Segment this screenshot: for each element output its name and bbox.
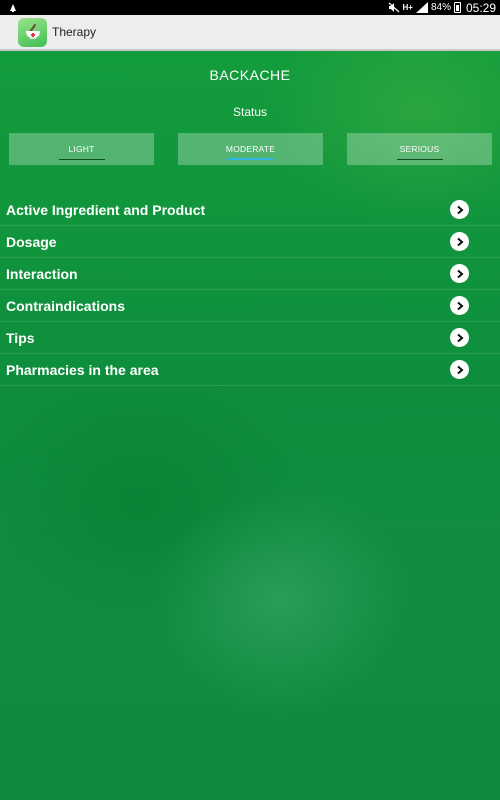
battery-percent: 84% [430, 2, 451, 13]
menu-item-label: Dosage [6, 233, 57, 250]
chevron-right-icon[interactable] [450, 296, 469, 315]
status-bar: H+ 84% 05:29 [0, 0, 500, 15]
menu-item-interaction[interactable]: Interaction [0, 258, 500, 290]
severity-light-label: LIGHT [68, 144, 95, 154]
menu-item-active-ingredient[interactable]: Active Ingredient and Product [0, 194, 500, 226]
action-bar: Therapy [0, 15, 500, 51]
menu-item-label: Interaction [6, 265, 78, 282]
network-type: H+ [402, 2, 413, 12]
condition-title: BACKACHE [209, 67, 291, 83]
chevron-right-icon[interactable] [450, 360, 469, 379]
mortar-pestle-icon[interactable] [18, 17, 47, 47]
status-label: Status [232, 105, 268, 119]
chevron-right-icon[interactable] [450, 328, 469, 347]
severity-serious-button[interactable]: SERIOUS [347, 133, 492, 165]
menu-item-label: Contraindications [6, 297, 126, 314]
severity-light-indicator [58, 159, 105, 160]
menu-item-pharmacies[interactable]: Pharmacies in the area [0, 354, 500, 386]
menu-item-label: Pharmacies in the area [6, 361, 159, 378]
severity-moderate-button[interactable]: MODERATE [178, 133, 323, 165]
severity-moderate-indicator [227, 158, 274, 160]
severity-light-button[interactable]: LIGHT [9, 133, 154, 165]
severity-serious-indicator [396, 159, 443, 160]
severity-serious-label: SERIOUS [399, 144, 440, 154]
main-content: BACKACHE Status LIGHT MODERATE SERIOUS A… [0, 51, 500, 800]
menu-item-label: Tips [6, 329, 35, 346]
app-title: Therapy [52, 25, 97, 39]
therapy-menu: Active Ingredient and Product Dosage Int… [0, 194, 500, 386]
mute-icon [388, 2, 400, 13]
signal-icon [415, 2, 428, 13]
chevron-right-icon[interactable] [450, 200, 469, 219]
chevron-right-icon[interactable] [450, 232, 469, 251]
chevron-right-icon[interactable] [450, 264, 469, 283]
menu-item-tips[interactable]: Tips [0, 322, 500, 354]
clock: 05:29 [465, 0, 496, 15]
battery-icon [453, 2, 461, 13]
severity-moderate-label: MODERATE [225, 144, 276, 154]
notification-icon [8, 3, 18, 13]
menu-item-label: Active Ingredient and Product [6, 201, 206, 218]
menu-item-dosage[interactable]: Dosage [0, 226, 500, 258]
menu-item-contraindications[interactable]: Contraindications [0, 290, 500, 322]
